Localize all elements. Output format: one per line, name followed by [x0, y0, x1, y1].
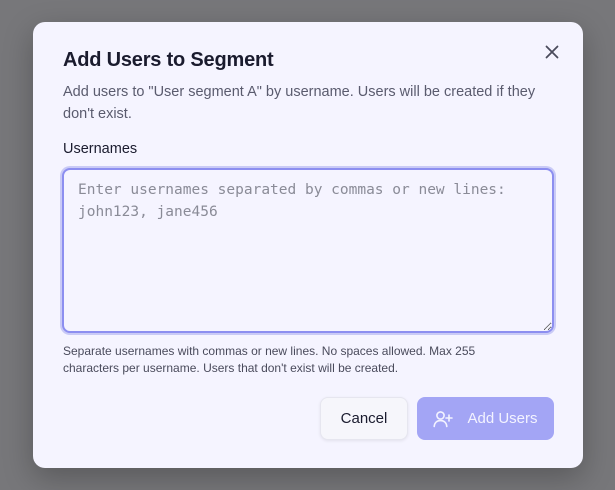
close-button[interactable]	[539, 40, 565, 66]
add-users-button-label: Add Users	[467, 410, 538, 427]
cancel-button-label: Cancel	[340, 410, 388, 427]
dialog-description: Add users to "User segment A" by usernam…	[63, 84, 536, 122]
usernames-input[interactable]	[62, 168, 554, 333]
usernames-label: Usernames	[63, 141, 138, 157]
usernames-helper-text: Separate usernames with commas or new li…	[63, 344, 476, 375]
cancel-button[interactable]: Cancel	[320, 397, 408, 440]
dialog-title: Add Users to Segment	[63, 49, 274, 71]
add-users-dialog: Add Users to Segment Add users to "User …	[33, 22, 583, 468]
user-plus-icon	[433, 410, 454, 428]
add-users-button[interactable]: Add Users	[417, 397, 554, 440]
close-icon	[545, 45, 559, 62]
